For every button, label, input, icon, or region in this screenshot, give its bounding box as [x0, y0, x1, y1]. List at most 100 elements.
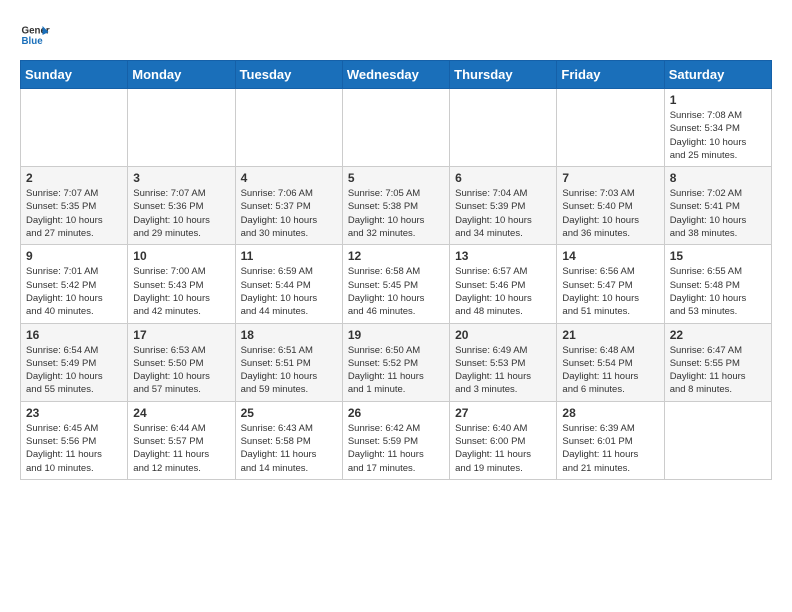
calendar-cell: [128, 89, 235, 167]
calendar-cell: 24 Sunrise: 6:44 AM Sunset: 5:57 PM Dayli…: [128, 401, 235, 479]
day-info: Sunrise: 7:02 AM Sunset: 5:41 PM Dayligh…: [670, 187, 766, 240]
weekday-wednesday: Wednesday: [342, 61, 449, 89]
day-info: Sunrise: 7:01 AM Sunset: 5:42 PM Dayligh…: [26, 265, 122, 318]
weekday-thursday: Thursday: [450, 61, 557, 89]
calendar-cell: [21, 89, 128, 167]
weekday-tuesday: Tuesday: [235, 61, 342, 89]
day-info: Sunrise: 6:43 AM Sunset: 5:58 PM Dayligh…: [241, 422, 337, 475]
calendar-cell: 21 Sunrise: 6:48 AM Sunset: 5:54 PM Dayli…: [557, 323, 664, 401]
day-number: 23: [26, 406, 122, 420]
day-info: Sunrise: 6:40 AM Sunset: 6:00 PM Dayligh…: [455, 422, 551, 475]
calendar-cell: 14 Sunrise: 6:56 AM Sunset: 5:47 PM Dayli…: [557, 245, 664, 323]
calendar-cell: [664, 401, 771, 479]
calendar-cell: 4 Sunrise: 7:06 AM Sunset: 5:37 PM Daylig…: [235, 167, 342, 245]
day-info: Sunrise: 7:04 AM Sunset: 5:39 PM Dayligh…: [455, 187, 551, 240]
day-info: Sunrise: 6:59 AM Sunset: 5:44 PM Dayligh…: [241, 265, 337, 318]
calendar-cell: 9 Sunrise: 7:01 AM Sunset: 5:42 PM Daylig…: [21, 245, 128, 323]
day-number: 28: [562, 406, 658, 420]
week-row-1: 2 Sunrise: 7:07 AM Sunset: 5:35 PM Daylig…: [21, 167, 772, 245]
day-info: Sunrise: 7:08 AM Sunset: 5:34 PM Dayligh…: [670, 109, 766, 162]
day-number: 7: [562, 171, 658, 185]
logo: General Blue: [20, 20, 58, 50]
calendar-cell: 25 Sunrise: 6:43 AM Sunset: 5:58 PM Dayli…: [235, 401, 342, 479]
day-number: 25: [241, 406, 337, 420]
calendar-cell: 3 Sunrise: 7:07 AM Sunset: 5:36 PM Daylig…: [128, 167, 235, 245]
day-number: 24: [133, 406, 229, 420]
weekday-header-row: SundayMondayTuesdayWednesdayThursdayFrid…: [21, 61, 772, 89]
calendar-cell: 27 Sunrise: 6:40 AM Sunset: 6:00 PM Dayli…: [450, 401, 557, 479]
week-row-0: 1 Sunrise: 7:08 AM Sunset: 5:34 PM Daylig…: [21, 89, 772, 167]
day-number: 26: [348, 406, 444, 420]
day-number: 27: [455, 406, 551, 420]
calendar-cell: [450, 89, 557, 167]
day-info: Sunrise: 7:05 AM Sunset: 5:38 PM Dayligh…: [348, 187, 444, 240]
calendar-cell: [342, 89, 449, 167]
calendar-cell: 15 Sunrise: 6:55 AM Sunset: 5:48 PM Dayli…: [664, 245, 771, 323]
day-number: 10: [133, 249, 229, 263]
day-number: 22: [670, 328, 766, 342]
day-number: 3: [133, 171, 229, 185]
day-number: 1: [670, 93, 766, 107]
day-number: 13: [455, 249, 551, 263]
header: General Blue: [20, 20, 772, 50]
calendar-cell: 7 Sunrise: 7:03 AM Sunset: 5:40 PM Daylig…: [557, 167, 664, 245]
calendar-cell: 1 Sunrise: 7:08 AM Sunset: 5:34 PM Daylig…: [664, 89, 771, 167]
weekday-friday: Friday: [557, 61, 664, 89]
day-info: Sunrise: 6:56 AM Sunset: 5:47 PM Dayligh…: [562, 265, 658, 318]
day-info: Sunrise: 6:47 AM Sunset: 5:55 PM Dayligh…: [670, 344, 766, 397]
week-row-3: 16 Sunrise: 6:54 AM Sunset: 5:49 PM Dayli…: [21, 323, 772, 401]
day-number: 21: [562, 328, 658, 342]
day-number: 15: [670, 249, 766, 263]
calendar-cell: 10 Sunrise: 7:00 AM Sunset: 5:43 PM Dayli…: [128, 245, 235, 323]
day-info: Sunrise: 6:50 AM Sunset: 5:52 PM Dayligh…: [348, 344, 444, 397]
day-info: Sunrise: 6:39 AM Sunset: 6:01 PM Dayligh…: [562, 422, 658, 475]
logo-icon: General Blue: [20, 20, 50, 50]
day-info: Sunrise: 6:49 AM Sunset: 5:53 PM Dayligh…: [455, 344, 551, 397]
day-number: 17: [133, 328, 229, 342]
weekday-sunday: Sunday: [21, 61, 128, 89]
week-row-2: 9 Sunrise: 7:01 AM Sunset: 5:42 PM Daylig…: [21, 245, 772, 323]
day-info: Sunrise: 6:53 AM Sunset: 5:50 PM Dayligh…: [133, 344, 229, 397]
day-info: Sunrise: 7:06 AM Sunset: 5:37 PM Dayligh…: [241, 187, 337, 240]
calendar-cell: [557, 89, 664, 167]
day-number: 4: [241, 171, 337, 185]
day-number: 5: [348, 171, 444, 185]
day-number: 19: [348, 328, 444, 342]
calendar-cell: 6 Sunrise: 7:04 AM Sunset: 5:39 PM Daylig…: [450, 167, 557, 245]
svg-text:Blue: Blue: [22, 36, 44, 47]
day-number: 18: [241, 328, 337, 342]
day-info: Sunrise: 6:42 AM Sunset: 5:59 PM Dayligh…: [348, 422, 444, 475]
day-number: 12: [348, 249, 444, 263]
calendar-cell: [235, 89, 342, 167]
weekday-saturday: Saturday: [664, 61, 771, 89]
day-number: 6: [455, 171, 551, 185]
day-info: Sunrise: 6:55 AM Sunset: 5:48 PM Dayligh…: [670, 265, 766, 318]
day-number: 20: [455, 328, 551, 342]
day-number: 8: [670, 171, 766, 185]
day-info: Sunrise: 7:03 AM Sunset: 5:40 PM Dayligh…: [562, 187, 658, 240]
day-info: Sunrise: 6:45 AM Sunset: 5:56 PM Dayligh…: [26, 422, 122, 475]
calendar-cell: 17 Sunrise: 6:53 AM Sunset: 5:50 PM Dayli…: [128, 323, 235, 401]
calendar-cell: 8 Sunrise: 7:02 AM Sunset: 5:41 PM Daylig…: [664, 167, 771, 245]
calendar-cell: 12 Sunrise: 6:58 AM Sunset: 5:45 PM Dayli…: [342, 245, 449, 323]
day-number: 14: [562, 249, 658, 263]
calendar-cell: 19 Sunrise: 6:50 AM Sunset: 5:52 PM Dayli…: [342, 323, 449, 401]
calendar-cell: 2 Sunrise: 7:07 AM Sunset: 5:35 PM Daylig…: [21, 167, 128, 245]
day-number: 9: [26, 249, 122, 263]
calendar-cell: 20 Sunrise: 6:49 AM Sunset: 5:53 PM Dayli…: [450, 323, 557, 401]
day-info: Sunrise: 6:44 AM Sunset: 5:57 PM Dayligh…: [133, 422, 229, 475]
day-number: 11: [241, 249, 337, 263]
calendar-cell: 26 Sunrise: 6:42 AM Sunset: 5:59 PM Dayli…: [342, 401, 449, 479]
day-info: Sunrise: 7:07 AM Sunset: 5:36 PM Dayligh…: [133, 187, 229, 240]
calendar-cell: 5 Sunrise: 7:05 AM Sunset: 5:38 PM Daylig…: [342, 167, 449, 245]
day-info: Sunrise: 6:58 AM Sunset: 5:45 PM Dayligh…: [348, 265, 444, 318]
calendar-cell: 22 Sunrise: 6:47 AM Sunset: 5:55 PM Dayli…: [664, 323, 771, 401]
day-info: Sunrise: 6:51 AM Sunset: 5:51 PM Dayligh…: [241, 344, 337, 397]
day-info: Sunrise: 6:54 AM Sunset: 5:49 PM Dayligh…: [26, 344, 122, 397]
day-number: 2: [26, 171, 122, 185]
day-number: 16: [26, 328, 122, 342]
day-info: Sunrise: 6:57 AM Sunset: 5:46 PM Dayligh…: [455, 265, 551, 318]
day-info: Sunrise: 7:07 AM Sunset: 5:35 PM Dayligh…: [26, 187, 122, 240]
day-info: Sunrise: 7:00 AM Sunset: 5:43 PM Dayligh…: [133, 265, 229, 318]
day-info: Sunrise: 6:48 AM Sunset: 5:54 PM Dayligh…: [562, 344, 658, 397]
